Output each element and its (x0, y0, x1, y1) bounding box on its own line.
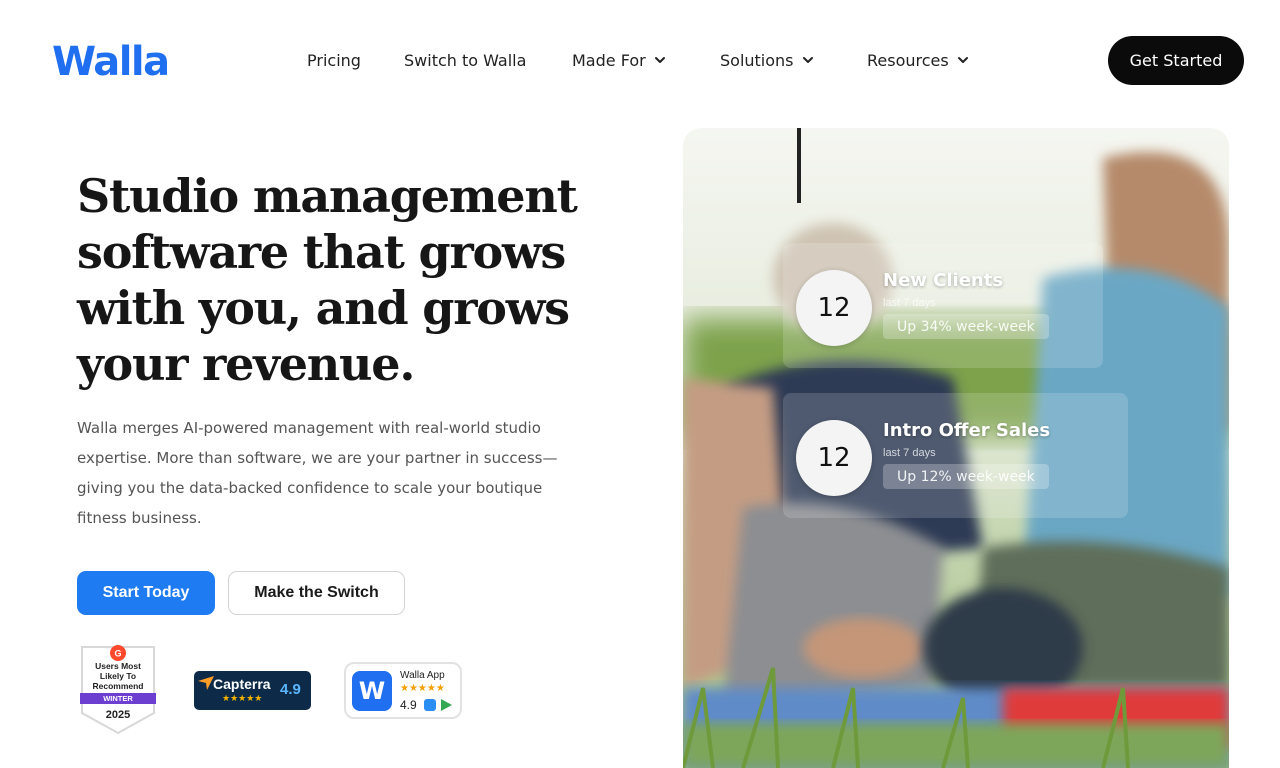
nav-made-for-label: Made For (572, 50, 646, 70)
walla-app-badge: W Walla App ★★★★★ 4.9 (344, 662, 462, 719)
walla-app-icon: W (352, 671, 392, 711)
chevron-down-icon (957, 57, 968, 63)
g2-award-badge: G Users Most Likely To Recommend WINTER … (78, 643, 158, 735)
g2-badge-year: 2025 (105, 709, 131, 721)
walla-app-stars: ★★★★★ (400, 683, 445, 694)
hero-photo: 12 New Clients last 7 days Up 34% week-w… (683, 128, 1229, 768)
stat-value-intro-offer: 12 (796, 420, 872, 496)
nav-made-for[interactable]: Made For (572, 48, 666, 72)
capterra-logo-icon (198, 676, 214, 690)
nav-pricing-label: Pricing (307, 50, 361, 70)
app-store-icon (424, 699, 436, 711)
stat-value-new-clients: 12 (796, 270, 872, 346)
stat-subtitle-intro-offer: last 7 days (883, 447, 936, 459)
nav-switch-to-walla[interactable]: Switch to Walla (404, 48, 526, 72)
capterra-name: Capterra (213, 676, 271, 692)
g2-logo-icon: G (110, 645, 126, 661)
svg-text:G: G (114, 649, 121, 659)
nav-solutions[interactable]: Solutions (720, 48, 814, 72)
capterra-badge: Capterra ★★★★★ 4.9 (194, 671, 311, 710)
nav-pricing[interactable]: Pricing (307, 48, 361, 72)
hero-headline: Studio management software that grows wi… (77, 169, 578, 391)
capterra-score: 4.9 (280, 681, 301, 698)
g2-badge-season: WINTER (103, 694, 133, 703)
stat-change-intro-offer: Up 12% week-week (883, 464, 1049, 489)
walla-app-name: Walla App (400, 670, 445, 681)
chevron-down-icon (802, 57, 813, 63)
stat-change-new-clients: Up 34% week-week (883, 314, 1049, 339)
g2-badge-text: Users Most Likely To Recommend (92, 661, 144, 691)
walla-app-score: 4.9 (400, 698, 417, 712)
stat-subtitle-new-clients: last 7 days (883, 297, 936, 309)
google-play-icon (441, 699, 452, 711)
nav-resources-label: Resources (867, 50, 949, 70)
chevron-down-icon (654, 57, 665, 63)
nav-solutions-label: Solutions (720, 50, 794, 70)
walla-logo[interactable]: Walla (52, 38, 170, 86)
start-today-button[interactable]: Start Today (77, 571, 215, 615)
make-the-switch-button[interactable]: Make the Switch (228, 571, 405, 615)
hero-subtext: Walla merges AI-powered management with … (77, 419, 558, 527)
stat-title-intro-offer: Intro Offer Sales (883, 420, 1051, 441)
stat-title-new-clients: New Clients (883, 270, 1004, 291)
get-started-button[interactable]: Get Started (1108, 36, 1244, 85)
capterra-stars: ★★★★★ (222, 693, 263, 703)
nav-switch-to-walla-label: Switch to Walla (404, 50, 527, 70)
nav-resources[interactable]: Resources (867, 48, 969, 72)
